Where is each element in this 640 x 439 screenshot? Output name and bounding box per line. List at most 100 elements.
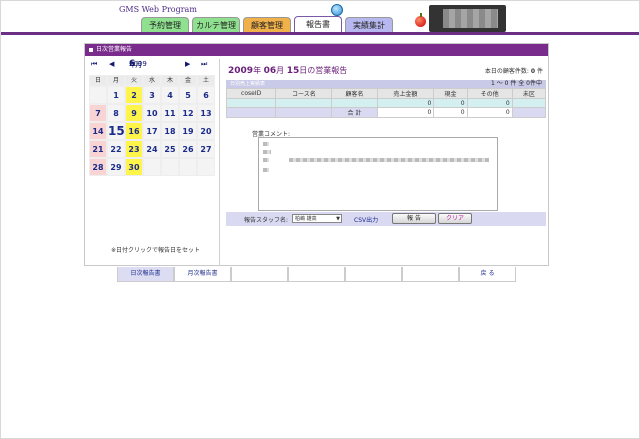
calendar-day [179, 158, 197, 176]
calendar-day[interactable]: 10 [143, 104, 161, 122]
user-info-box [429, 5, 506, 32]
total-other: 0 [466, 107, 513, 118]
calendar-day[interactable]: 5 [179, 86, 197, 104]
calendar-day[interactable]: 7 [89, 104, 107, 122]
empty-tab [402, 267, 459, 282]
tab-customer[interactable]: 顧客管理 [243, 17, 291, 32]
staff-label: 報告スタッフ名: [244, 217, 289, 224]
next-month-button[interactable]: ▶ [185, 60, 190, 68]
header-divider [1, 32, 639, 35]
calendar-day[interactable]: 16 [125, 122, 143, 140]
sales-table: coseID コース名 顧客名 売上金額 現金 その他 未区 0 0 0 合 計… [225, 88, 547, 118]
total-cash: 0 [433, 107, 468, 118]
calendar-day [161, 158, 179, 176]
blurred-user-name [443, 9, 498, 28]
calendar-day[interactable]: 19 [179, 122, 197, 140]
total-label: 合 計 [331, 107, 378, 118]
calendar: ⏮ ◀ 2009 年 6月 ▶ ⏭ 日 月 火 水 木 金 土 1 2 3 4 … [89, 59, 215, 254]
calendar-day[interactable]: 24 [143, 140, 161, 158]
col-header: 現金 [433, 88, 468, 99]
calendar-day[interactable]: 20 [197, 122, 215, 140]
total-sales: 0 [376, 107, 435, 118]
calendar-day[interactable]: 9 [125, 104, 143, 122]
table-row: 0 0 0 [225, 98, 547, 108]
col-header: 顧客名 [331, 88, 378, 99]
calendar-day[interactable]: 30 [125, 158, 143, 176]
calendar-week: 28 29 30 [89, 158, 215, 176]
calendar-day[interactable]: 27 [197, 140, 215, 158]
apple-icon [415, 13, 426, 27]
action-bar: 報告スタッフ名: 柏嶋 雄高 ▼ CSV出力 報 告 クリア [226, 212, 546, 226]
weekday-header: 日 月 火 水 木 金 土 [89, 75, 215, 86]
notification-icon[interactable] [331, 4, 343, 16]
brand-title: GMS Web Program [119, 5, 197, 14]
calendar-day[interactable]: 11 [161, 104, 179, 122]
calendar-nav: ⏮ ◀ 2009 年 6月 ▶ ⏭ [89, 59, 215, 71]
weekday-mon: 月 [107, 75, 125, 86]
calendar-day[interactable]: 3 [143, 86, 161, 104]
back-button[interactable]: 戻 る [459, 267, 516, 282]
report-button[interactable]: 報 告 [392, 213, 436, 224]
col-header: 売上金額 [376, 88, 435, 99]
calendar-day[interactable]: 6 [197, 86, 215, 104]
calendar-day [143, 158, 161, 176]
empty-tab [231, 267, 288, 282]
range-text: 1 ～ 0 件 全 0件中 [491, 80, 542, 87]
calendar-day[interactable]: 29 [107, 158, 125, 176]
chevron-down-icon: ▼ [336, 216, 340, 222]
calendar-day[interactable]: 2 [125, 86, 143, 104]
calendar-grid: 日 月 火 水 木 金 土 1 2 3 4 5 6 7 8 9 10 11 12… [89, 75, 215, 176]
calendar-day[interactable]: 4 [161, 86, 179, 104]
prev-year-button[interactable]: ⏮ [91, 60, 97, 69]
tab-reservation[interactable]: 予約管理 [141, 17, 189, 32]
tab-daily-report[interactable]: 日次報告書 [117, 267, 174, 282]
calendar-week: 7 8 9 10 11 12 13 [89, 104, 215, 122]
calendar-note: ※日付クリックで報告日をセット [111, 247, 201, 254]
calendar-day[interactable]: 13 [197, 104, 215, 122]
clear-button[interactable]: クリア [438, 213, 472, 224]
calendar-day[interactable]: 18 [161, 122, 179, 140]
main-tabs: 予約管理 カルテ管理 顧客管理 報告書 実績集計 [141, 16, 396, 32]
tab-report[interactable]: 報告書 [294, 16, 342, 32]
calendar-day[interactable]: 22 [107, 140, 125, 158]
col-header: その他 [466, 88, 513, 99]
square-icon [89, 47, 93, 52]
calendar-day[interactable]: 1 [107, 86, 125, 104]
tab-summary[interactable]: 実績集計 [345, 17, 393, 32]
col-header: コース名 [275, 88, 333, 99]
calendar-day[interactable]: 26 [179, 140, 197, 158]
empty-tab [288, 267, 345, 282]
calendar-day[interactable]: 28 [89, 158, 107, 176]
report-area: 2009年 06月 15日の営業報告 本日の顧客件数: 0 件 日別売上実績表 … [219, 59, 547, 265]
calendar-month: 2009 年 6月 [129, 59, 147, 69]
calendar-week: 14 15 16 17 18 19 20 [89, 122, 215, 140]
calendar-day[interactable]: 17 [143, 122, 161, 140]
customer-count: 本日の顧客件数: 0 件 [484, 68, 543, 75]
calendar-day[interactable]: 14 [89, 122, 107, 140]
calendar-day[interactable]: 21 [89, 140, 107, 158]
section-header: 日別売上実績表 1 ～ 0 件 全 0件中 [226, 80, 546, 88]
panel-title: 日次営業報告 [85, 44, 548, 56]
weekday-wed: 水 [143, 75, 161, 86]
tab-karte[interactable]: カルテ管理 [192, 17, 240, 32]
calendar-week: 1 2 3 4 5 6 [89, 86, 215, 104]
weekday-tue: 火 [125, 75, 143, 86]
calendar-day[interactable]: 12 [179, 104, 197, 122]
prev-month-button[interactable]: ◀ [109, 60, 114, 68]
calendar-day[interactable]: 23 [125, 140, 143, 158]
bottom-tabs: 日次報告書 月次報告書 戻 る [117, 267, 516, 282]
calendar-day-selected[interactable]: 15 [107, 122, 125, 140]
next-year-button[interactable]: ⏭ [201, 60, 207, 69]
csv-export-link[interactable]: CSV出力 [354, 215, 378, 224]
report-date: 2009年 06月 15日の営業報告 [228, 66, 348, 76]
tab-monthly-report[interactable]: 月次報告書 [174, 267, 231, 282]
col-header: coseID [225, 88, 277, 99]
comment-textarea[interactable] [258, 137, 498, 211]
daily-report-panel: 日次営業報告 ⏮ ◀ 2009 年 6月 ▶ ⏭ 日 月 火 水 木 金 土 1… [84, 43, 549, 266]
calendar-week: 21 22 23 24 25 26 27 [89, 140, 215, 158]
calendar-day[interactable]: 25 [161, 140, 179, 158]
calendar-day[interactable]: 8 [107, 104, 125, 122]
staff-select[interactable]: 柏嶋 雄高 ▼ [292, 214, 342, 223]
weekday-sat: 土 [197, 75, 215, 86]
weekday-thu: 木 [161, 75, 179, 86]
